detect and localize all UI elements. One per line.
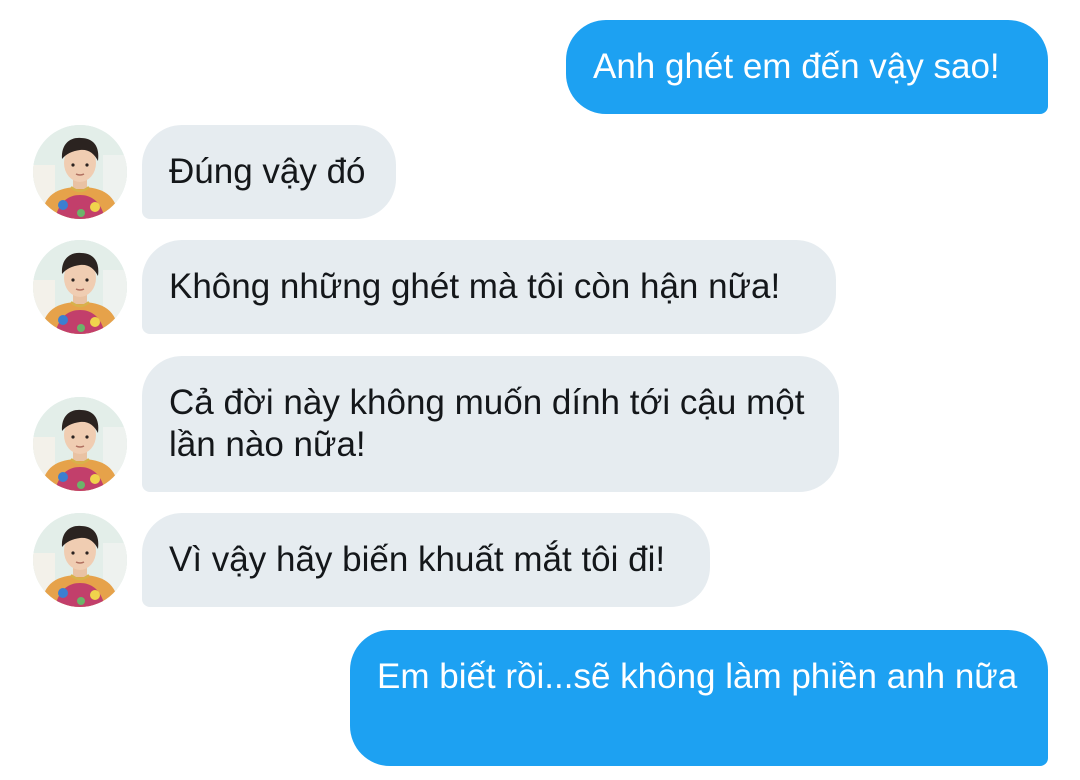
contact-avatar[interactable] bbox=[33, 397, 127, 491]
avatar-icon bbox=[33, 240, 127, 334]
message-bubble-received[interactable]: Vì vậy hãy biến khuất mắt tôi đi! bbox=[142, 513, 710, 607]
contact-avatar[interactable] bbox=[33, 513, 127, 607]
message-bubble-received[interactable]: Cả đời này không muốn dính tới cậu một l… bbox=[142, 356, 839, 492]
message-bubble-sent[interactable]: Em biết rồi...sẽ không làm phiền anh nữa bbox=[350, 630, 1048, 766]
message-bubble-received[interactable]: Không những ghét mà tôi còn hận nữa! bbox=[142, 240, 836, 334]
message-bubble-sent[interactable]: Anh ghét em đến vậy sao! bbox=[566, 20, 1048, 114]
message-text: Không những ghét mà tôi còn hận nữa! bbox=[169, 267, 781, 306]
message-text: Vì vậy hãy biến khuất mắt tôi đi! bbox=[169, 540, 666, 579]
avatar-icon bbox=[33, 513, 127, 607]
avatar-icon bbox=[33, 397, 127, 491]
message-text: Em biết rồi...sẽ không làm phiền anh nữa bbox=[377, 657, 1018, 696]
message-bubble-received[interactable]: Đúng vậy đó bbox=[142, 125, 396, 219]
avatar-icon bbox=[33, 125, 127, 219]
message-text: Anh ghét em đến vậy sao! bbox=[593, 47, 1000, 86]
conversation-thread: Anh ghét em đến vậy sao! Đúng vậy đó Khô… bbox=[0, 0, 1080, 780]
contact-avatar[interactable] bbox=[33, 125, 127, 219]
contact-avatar[interactable] bbox=[33, 240, 127, 334]
message-text: Cả đời này không muốn dính tới cậu một l… bbox=[169, 383, 805, 464]
message-text: Đúng vậy đó bbox=[169, 152, 366, 191]
